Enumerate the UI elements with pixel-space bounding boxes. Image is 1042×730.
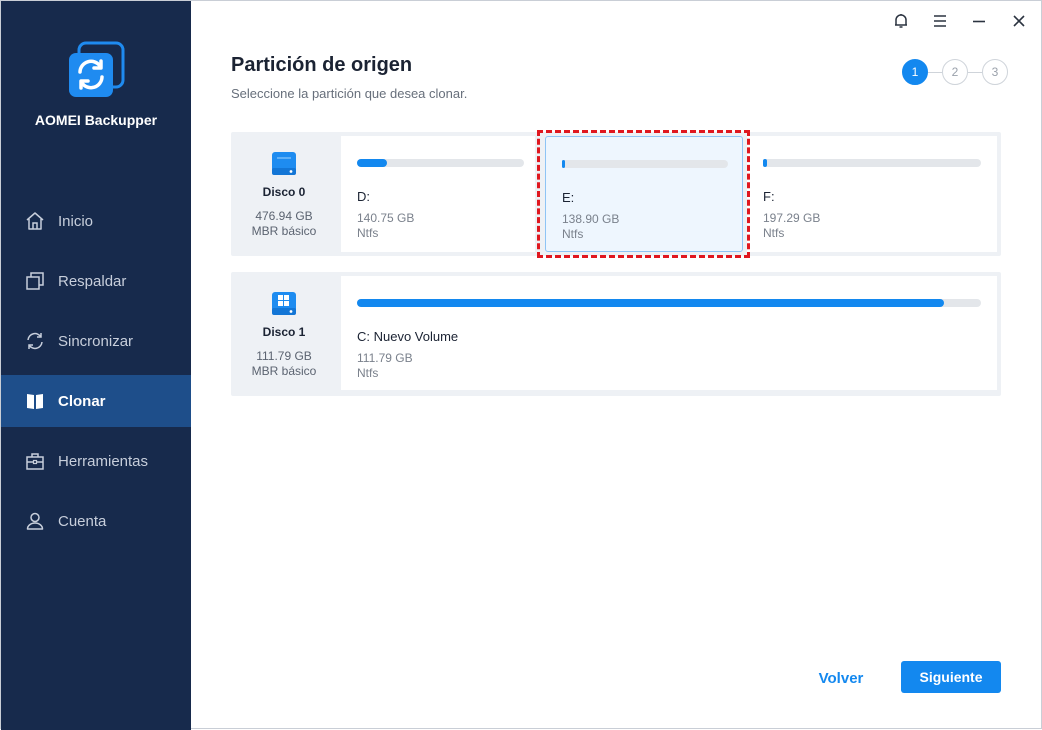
sidebar-item-cuenta[interactable]: Cuenta <box>1 495 191 547</box>
usage-bar-fill <box>763 159 768 167</box>
step-3: 3 <box>982 59 1008 85</box>
sidebar-item-label: Cuenta <box>58 512 107 530</box>
partition-filesystem: Ntfs <box>357 366 379 380</box>
step-connector <box>928 71 942 73</box>
toolbox-icon <box>25 451 45 471</box>
disk-row-0: Disco 0 476.94 GB MBR básico D: 140.75 G… <box>231 132 1001 256</box>
back-button[interactable]: Volver <box>805 663 877 693</box>
partition-f[interactable]: F: 197.29 GB Ntfs <box>747 136 997 252</box>
disk-info: Disco 1 111.79 GB MBR básico <box>231 272 337 396</box>
partition-d[interactable]: D: 140.75 GB Ntfs <box>341 136 535 252</box>
partition-label: E: <box>562 190 575 205</box>
sidebar: AOMEI Backupper Inicio Respaldar Sincron… <box>1 1 191 730</box>
partition-filesystem: Ntfs <box>357 226 379 240</box>
menu-icon[interactable] <box>930 11 950 31</box>
sidebar-item-label: Inicio <box>58 212 94 230</box>
step-2: 2 <box>942 59 968 85</box>
partition-filesystem: Ntfs <box>562 227 584 241</box>
sync-icon <box>25 331 45 351</box>
partition-label: D: <box>357 189 370 204</box>
usage-bar-fill <box>357 159 388 167</box>
sidebar-item-herramientas[interactable]: Herramientas <box>1 435 191 487</box>
app-window: AOMEI Backupper Inicio Respaldar Sincron… <box>0 0 1042 730</box>
partition-size: 138.90 GB <box>562 212 620 226</box>
sidebar-item-label: Sincronizar <box>58 332 134 350</box>
close-icon[interactable] <box>1009 11 1029 31</box>
sidebar-item-clonar[interactable]: Clonar <box>1 375 191 427</box>
disk-type: MBR básico <box>251 364 317 378</box>
disk-info: Disco 0 476.94 GB MBR básico <box>231 132 337 256</box>
sidebar-item-label: Clonar <box>58 392 106 410</box>
partition-size: 140.75 GB <box>357 211 415 225</box>
next-button[interactable]: Siguiente <box>901 661 1001 693</box>
page-title: Partición de origen <box>231 54 413 76</box>
home-icon <box>25 211 45 231</box>
step-connector <box>968 71 982 73</box>
disk-size: 111.79 GB <box>256 349 312 363</box>
step-1: 1 <box>902 59 928 85</box>
disk-type: MBR básico <box>251 224 317 238</box>
usage-bar-fill <box>562 160 566 168</box>
partition-c[interactable]: C: Nuevo Volume 111.79 GB Ntfs <box>341 276 997 390</box>
partition-label: C: Nuevo Volume <box>357 329 459 344</box>
usage-bar-fill <box>357 299 944 307</box>
backup-icon <box>25 271 45 291</box>
sidebar-item-label: Herramientas <box>58 452 149 470</box>
disk-size: 476.94 GB <box>255 209 313 223</box>
partition-size: 111.79 GB <box>357 351 413 365</box>
minimize-icon[interactable] <box>969 11 989 31</box>
system-disk-icon <box>269 288 299 318</box>
hard-disk-icon <box>269 148 299 178</box>
user-icon <box>25 511 45 531</box>
sidebar-item-inicio[interactable]: Inicio <box>1 195 191 247</box>
page-subtitle: Seleccione la partición que desea clonar… <box>231 86 468 101</box>
usage-bar <box>562 160 728 168</box>
partition-e[interactable]: E: 138.90 GB Ntfs <box>545 136 743 252</box>
disk-name: Disco 0 <box>262 185 306 199</box>
usage-bar <box>357 159 524 167</box>
bell-icon[interactable] <box>891 11 911 31</box>
usage-bar <box>763 159 981 167</box>
partition-label: F: <box>763 189 775 204</box>
app-name: AOMEI Backupper <box>34 112 158 128</box>
disk-name: Disco 1 <box>262 325 306 339</box>
usage-bar <box>357 299 981 307</box>
app-logo-icon <box>65 39 127 101</box>
sidebar-item-label: Respaldar <box>58 272 127 290</box>
partition-filesystem: Ntfs <box>763 226 785 240</box>
sidebar-item-sincronizar[interactable]: Sincronizar <box>1 315 191 367</box>
step-indicator: 1 2 3 <box>902 59 1008 85</box>
clone-icon <box>25 391 45 411</box>
disk-row-1: Disco 1 111.79 GB MBR básico C: Nuevo Vo… <box>231 272 1001 396</box>
sidebar-item-respaldar[interactable]: Respaldar <box>1 255 191 307</box>
partition-size: 197.29 GB <box>763 211 821 225</box>
